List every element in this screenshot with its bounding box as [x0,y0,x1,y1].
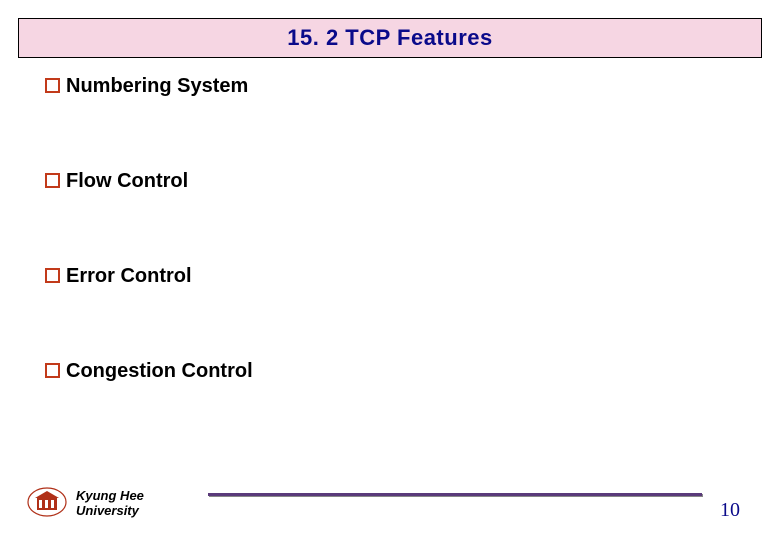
square-bullet-icon [45,363,60,378]
list-item: Flow Control [45,170,735,193]
title-bar: 15. 2 TCP Features [18,18,762,58]
slide: 15. 2 TCP Features Numbering System Flow… [0,0,780,540]
footer: Kyung Hee University 10 [18,474,762,522]
institution-line1: Kyung Hee [76,489,144,504]
bullet-label: Flow Control [66,170,188,193]
list-item: Congestion Control [45,360,735,383]
bullet-label: Congestion Control [66,360,253,383]
slide-title: 15. 2 TCP Features [287,25,492,51]
footer-divider [208,493,702,496]
university-logo-icon [26,486,68,518]
page-number: 10 [720,499,740,522]
list-item: Numbering System [45,75,735,98]
bullet-label: Numbering System [66,75,248,98]
content-area: Numbering System Flow Control Error Cont… [45,75,735,455]
institution-name: Kyung Hee University [76,489,144,519]
square-bullet-icon [45,78,60,93]
square-bullet-icon [45,173,60,188]
bullet-label: Error Control [66,265,192,288]
list-item: Error Control [45,265,735,288]
square-bullet-icon [45,268,60,283]
institution-line2: University [76,504,144,519]
